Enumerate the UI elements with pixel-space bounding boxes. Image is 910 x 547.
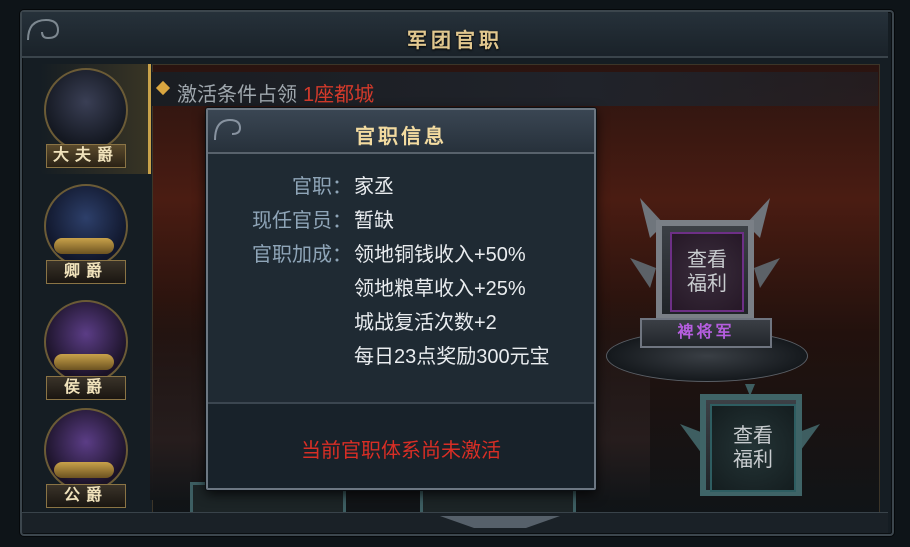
activation-condition: 激活条件占领 1座都城 [177,78,374,107]
tab-label: 大夫爵 [46,144,126,168]
post-info-popup: 官职信息 官职： 家丞 现任官员： 暂缺 官职加成： 领地铜钱收入+50% 领地… [206,108,596,490]
title-bar: 军团官职 [22,12,888,58]
hat-brim [54,462,114,478]
bonus-label: 官职加成： [252,244,352,266]
official-hat-icon [44,184,128,268]
condition-value: 1座都城 [303,84,375,106]
rank-pedestal[interactable]: 查看 福利 裨将军 [630,198,780,348]
benefits-line: 查看 [733,425,773,447]
bonus-item: 城战复活次数+2 [354,312,497,334]
rank-pedestal[interactable]: 查看 福利 [680,384,830,512]
post-label: 官职： [292,176,352,198]
official-hat-icon [44,68,128,152]
popup-title: 官职信息 [355,126,447,148]
post-value: 家丞 [354,176,394,198]
bonus-item: 每日23点奖励300元宝 [354,346,550,368]
benefits-line: 福利 [687,273,727,295]
tab-label: 侯爵 [46,376,126,400]
popup-body: 官职： 家丞 现任官员： 暂缺 官职加成： 领地铜钱收入+50% 领地粮草收入+… [208,154,594,400]
window-title: 军团官职 [407,30,503,52]
tab-label: 公爵 [46,484,126,508]
tab-label: 卿爵 [46,260,126,284]
official-hat-icon [44,300,128,384]
benefits-line: 查看 [687,249,727,271]
rank-tabs: 大夫爵 卿爵 侯爵 公爵 [40,64,152,514]
tab-hou[interactable]: 侯爵 [40,296,148,406]
activation-status: 当前官职体系尚未激活 [301,440,501,462]
official-hat-icon [44,408,128,492]
holder-label: 现任官员： [252,210,352,232]
benefits-line: 福利 [733,449,773,471]
bonus-item: 领地粮草收入+25% [354,278,526,300]
view-benefits-button[interactable]: 查看 福利 [710,404,796,492]
rank-plaque: 裨将军 [640,318,772,348]
view-benefits-button[interactable]: 查看 福利 [670,232,744,312]
popup-footer: 当前官职体系尚未激活 [208,402,594,488]
bottom-ornament-icon [440,516,560,528]
popup-header: 官职信息 [208,110,594,154]
corner-ornament-icon [27,18,60,41]
tab-gong[interactable]: 公爵 [40,404,148,514]
condition-label: 激活条件占领 [177,84,297,106]
tab-dafu[interactable]: 大夫爵 [40,64,151,174]
hat-brim [54,354,114,370]
hat-brim [54,238,114,254]
holder-value: 暂缺 [354,210,394,232]
tab-qing[interactable]: 卿爵 [40,180,148,290]
bonus-item: 领地铜钱收入+50% [354,244,526,266]
